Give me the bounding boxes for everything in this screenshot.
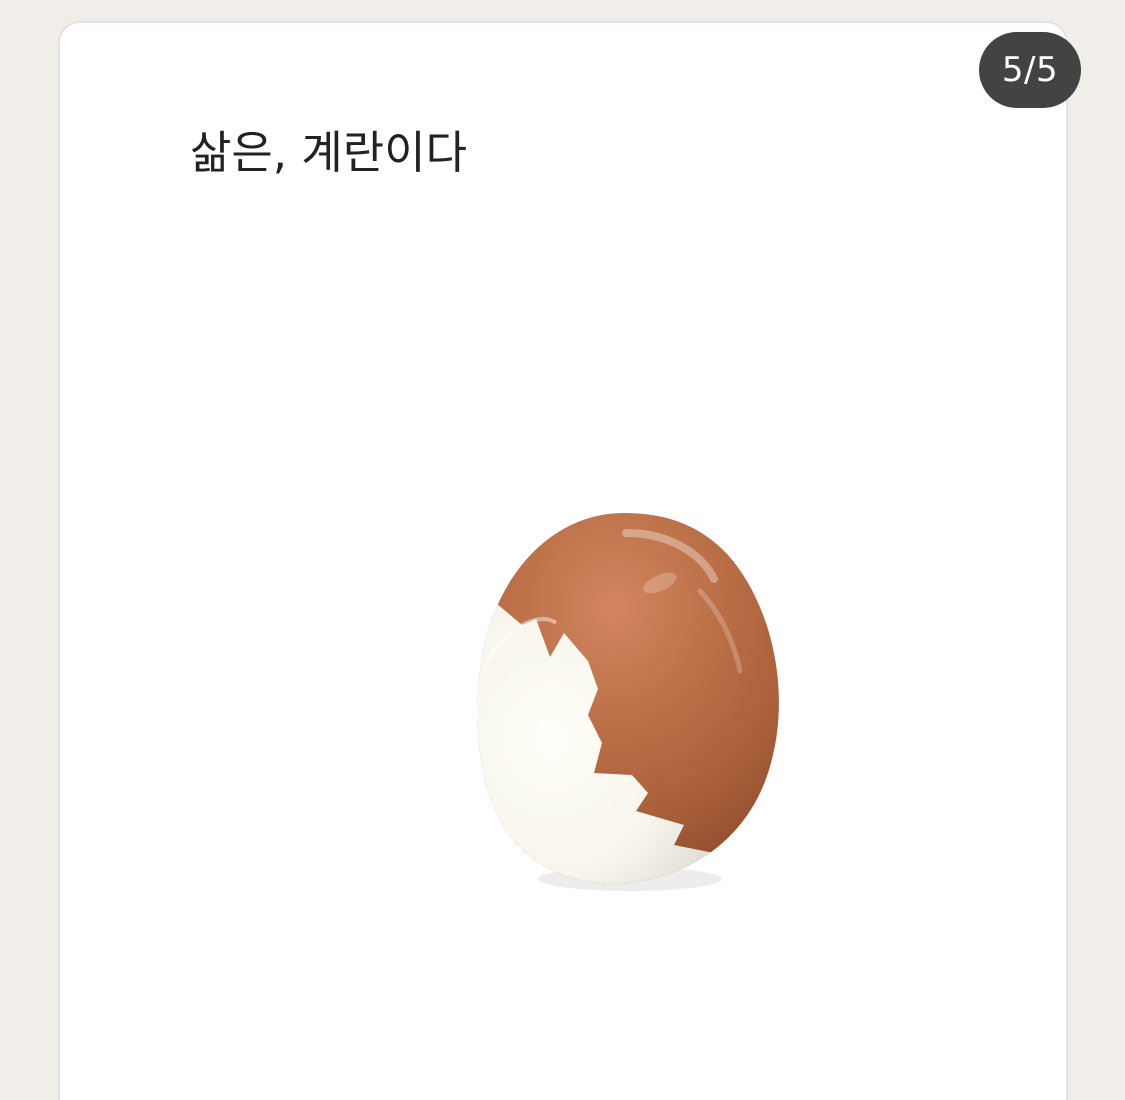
post-card: 삶은, 계란이다 [58,21,1068,1100]
boiled-egg-image [477,513,779,891]
post-title: 삶은, 계란이다 [190,126,468,179]
page-indicator-badge: 5/5 [979,32,1081,108]
post-screen: 삶은, 계란이다 5/5 [0,0,1125,1100]
egg-body [477,513,779,884]
